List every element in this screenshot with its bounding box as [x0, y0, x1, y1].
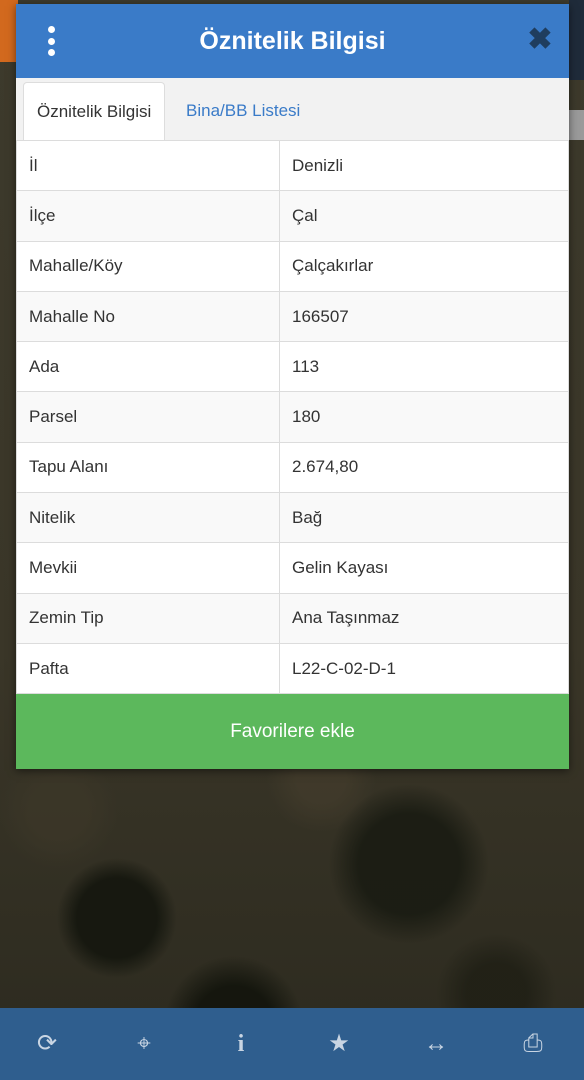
attribute-value: 180: [279, 391, 569, 443]
attribute-key: Pafta: [16, 642, 280, 695]
attribute-value: Çalçakırlar: [279, 240, 569, 292]
refresh-icon[interactable]: ⟳: [17, 1008, 77, 1080]
attribute-value: 113: [279, 341, 569, 393]
attribute-row: Mahalle/Köy Çalçakırlar: [16, 240, 569, 292]
tab-bar: Öznitelik Bilgisi Bina/BB Listesi: [16, 78, 569, 141]
attribute-row: Mahalle No 166507: [16, 290, 569, 343]
dialog-header: Öznitelik Bilgisi ✖: [16, 4, 569, 78]
attribute-row: İl Denizli: [16, 139, 569, 192]
tab-attribute-info[interactable]: Öznitelik Bilgisi: [23, 82, 166, 141]
add-to-favorites-button[interactable]: Favorilere ekle: [16, 694, 569, 769]
attribute-row: Tapu Alanı 2.674,80: [16, 441, 569, 494]
attribute-key: Mevkii: [16, 542, 280, 594]
locate-icon[interactable]: ⌖: [114, 1008, 174, 1080]
attribute-value: Bağ: [279, 492, 569, 544]
info-icon[interactable]: i: [211, 1008, 271, 1080]
attribute-key: Ada: [16, 341, 280, 393]
attribute-key: Nitelik: [16, 492, 280, 544]
attribute-value: L22-C-02-D-1: [279, 642, 569, 695]
attribute-key: Tapu Alanı: [16, 441, 280, 494]
attribute-key: Mahalle/Köy: [16, 240, 280, 292]
attribute-row: Nitelik Bağ: [16, 492, 569, 544]
scrollbar[interactable]: [569, 110, 584, 140]
attribute-key: Mahalle No: [16, 290, 280, 343]
attribute-key: Zemin Tip: [16, 592, 280, 644]
attribute-key: Parsel: [16, 391, 280, 443]
attribute-value: Çal: [279, 190, 569, 242]
attribute-row: Mevkii Gelin Kayası: [16, 542, 569, 594]
attribute-value: Denizli: [279, 139, 569, 192]
attribute-key: İlçe: [16, 190, 280, 242]
measure-icon[interactable]: ↔: [406, 1008, 466, 1080]
kebab-menu-icon[interactable]: [44, 26, 58, 56]
map-edge: [569, 0, 584, 80]
attribute-value: Gelin Kayası: [279, 542, 569, 594]
attribute-row: Pafta L22-C-02-D-1: [16, 642, 569, 695]
bottom-toolbar: ⟳ ⌖ i ★ ↔ ⎙: [0, 1008, 584, 1080]
attribute-key: İl: [16, 139, 280, 192]
dialog-title: Öznitelik Bilgisi: [199, 27, 386, 55]
attribute-value: Ana Taşınmaz: [279, 592, 569, 644]
attribute-row: İlçe Çal: [16, 190, 569, 242]
attribute-value: 166507: [279, 290, 569, 343]
star-icon[interactable]: ★: [309, 1008, 369, 1080]
close-icon[interactable]: ✖: [526, 25, 554, 55]
tab-building-list[interactable]: Bina/BB Listesi: [173, 82, 313, 139]
attribute-table: İl Denizli İlçe Çal Mahalle/Köy Çalçakırlar Ma…: [16, 139, 569, 695]
print-icon[interactable]: ⎙: [503, 1008, 563, 1080]
attribute-row: Zemin Tip Ana Taşınmaz: [16, 592, 569, 644]
attribute-value: 2.674,80: [279, 441, 569, 494]
attribute-row: Parsel 180: [16, 391, 569, 443]
attribute-info-dialog: Öznitelik Bilgisi ✖ Öznitelik Bilgisi Bi…: [16, 4, 569, 769]
attribute-row: Ada 113: [16, 341, 569, 393]
